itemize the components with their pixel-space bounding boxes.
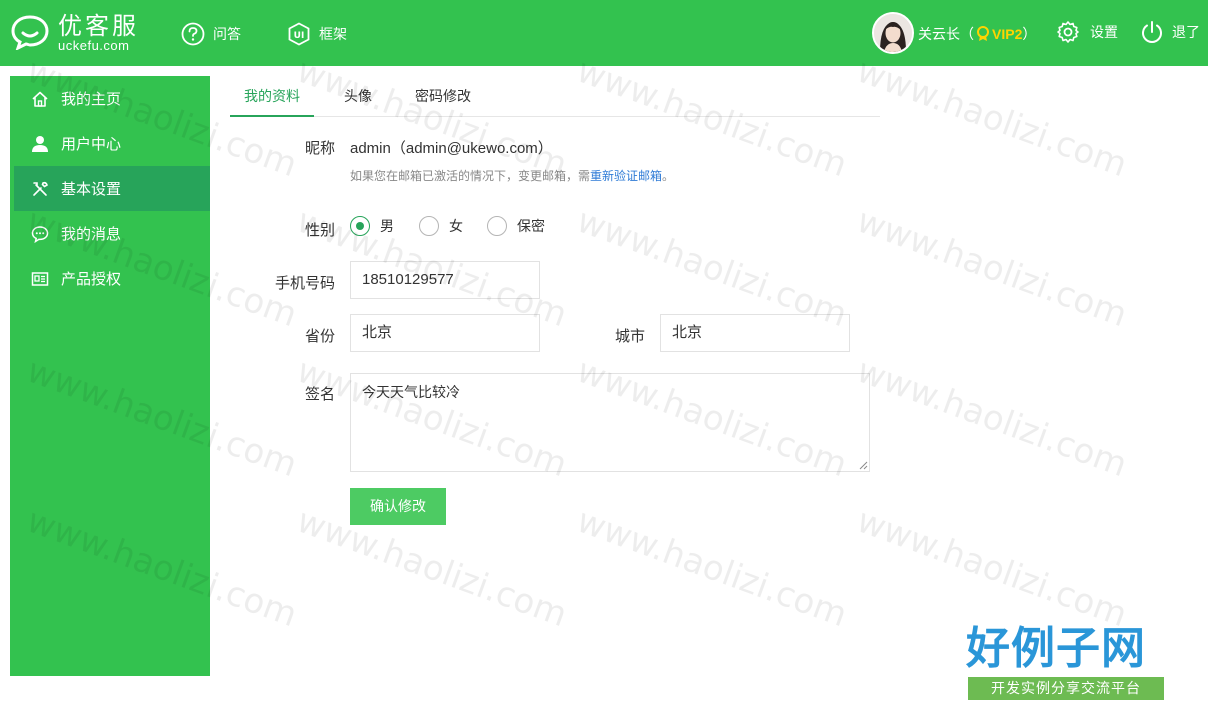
- logo[interactable]: 优客服 uckefu.com: [10, 12, 150, 56]
- sidebar-item-label: 基本设置: [61, 181, 122, 198]
- tab-avatar[interactable]: 头像: [330, 78, 386, 117]
- tools-icon: [33, 181, 48, 196]
- watermark-text: www.haolizi.com: [571, 50, 853, 186]
- logout-label: 退了: [1172, 24, 1200, 40]
- signature-textarea[interactable]: 今天天气比较冷: [350, 373, 870, 472]
- home-icon: [32, 91, 48, 107]
- gender-label: 性别: [304, 222, 335, 239]
- tab-my-profile[interactable]: 我的资料: [230, 78, 314, 117]
- nickname-value: admin（admin@ukewo.com）: [350, 140, 553, 157]
- avatar[interactable]: [872, 12, 914, 54]
- gender-radio-female[interactable]: 女: [419, 216, 463, 236]
- user-menu[interactable]: 关云长（ VIP2 ）: [918, 24, 1036, 44]
- svg-text:UI: UI: [294, 31, 305, 41]
- province-input[interactable]: 北京: [350, 314, 540, 352]
- badge-title: 好例子网: [966, 623, 1146, 674]
- signature-text: 今天天气比较冷: [362, 384, 460, 400]
- logo-name: 优客服: [58, 12, 139, 40]
- city-label: 城市: [614, 328, 645, 345]
- signature-label: 签名: [304, 386, 335, 403]
- watermark-text: www.haolizi.com: [851, 50, 1133, 186]
- watermark-text: www.haolizi.com: [851, 200, 1133, 336]
- watermark-text: www.haolizi.com: [851, 350, 1133, 486]
- radio-label: 女: [449, 218, 463, 234]
- sidebar-item-license[interactable]: 产品授权: [14, 256, 210, 301]
- gender-radio-secret[interactable]: 保密: [487, 216, 545, 236]
- radio-circle[interactable]: [350, 216, 370, 236]
- logo-domain: uckefu.com: [58, 38, 130, 53]
- email-hint: 如果您在邮箱已激活的情况下，变更邮箱，需重新验证邮箱。: [350, 167, 674, 184]
- reverify-email-link[interactable]: 重新验证邮箱: [590, 169, 662, 183]
- sidebar-item-label: 我的消息: [61, 226, 122, 243]
- confirm-button[interactable]: 确认修改: [350, 488, 446, 525]
- medal-icon: [977, 26, 989, 41]
- nav-framework[interactable]: UI 框架: [287, 20, 347, 48]
- watermark-text: www.haolizi.com: [291, 50, 573, 186]
- watermark-text: www.haolizi.com: [851, 500, 1133, 636]
- tab-password[interactable]: 密码修改: [401, 78, 485, 117]
- sidebar: 我的主页 用户中心 基本设置 我的消息 产品授权: [10, 76, 210, 676]
- sidebar-item-label: 用户中心: [61, 136, 122, 153]
- profile-tabs: 我的资料 头像 密码修改: [230, 78, 880, 117]
- nav-framework-label: 框架: [319, 26, 347, 42]
- settings-label: 设置: [1090, 24, 1118, 40]
- user-name: 关云长（: [918, 26, 974, 42]
- logout-button[interactable]: 退了: [1140, 20, 1200, 44]
- sidebar-item-messages[interactable]: 我的消息: [14, 211, 210, 256]
- user-avatar-icon: [874, 14, 912, 52]
- city-input[interactable]: 北京: [660, 314, 850, 352]
- vip-badge: VIP2: [974, 26, 1022, 42]
- sidebar-item-label: 产品授权: [61, 271, 122, 288]
- gear-icon: [1057, 21, 1079, 43]
- sidebar-item-home[interactable]: 我的主页: [14, 76, 210, 121]
- user-icon: [32, 135, 48, 152]
- hint-text: 如果您在邮箱已激活的情况下，变更邮箱，需: [350, 169, 591, 183]
- power-icon: [1142, 21, 1162, 43]
- badge-subtitle: 开发实例分享交流平台: [968, 677, 1164, 700]
- radio-label: 保密: [517, 218, 545, 234]
- license-icon: [31, 271, 49, 286]
- ui-icon: UI: [288, 22, 310, 46]
- nickname-label: 昵称: [304, 140, 335, 157]
- resize-handle-icon[interactable]: [859, 461, 868, 470]
- vip-level: VIP2: [992, 26, 1023, 42]
- hint-end: 。: [662, 169, 675, 183]
- sidebar-item-basic-settings[interactable]: 基本设置: [14, 166, 210, 211]
- province-label: 省份: [304, 328, 335, 345]
- message-icon: [31, 225, 49, 243]
- chat-bubble-logo-icon: [11, 15, 49, 50]
- sidebar-item-label: 我的主页: [61, 91, 122, 108]
- nav-qa[interactable]: 问答: [181, 20, 241, 48]
- settings-button[interactable]: 设置: [1056, 20, 1118, 44]
- radio-circle[interactable]: [419, 216, 439, 236]
- phone-label: 手机号码: [274, 275, 335, 292]
- radio-circle[interactable]: [487, 216, 507, 236]
- site-badge: 好例子网 开发实例分享交流平台: [966, 624, 1166, 704]
- phone-input[interactable]: 18510129577: [350, 261, 540, 299]
- radio-label: 男: [380, 218, 394, 234]
- help-circle-icon: [181, 22, 205, 46]
- watermark-text: www.haolizi.com: [571, 500, 853, 636]
- sidebar-item-user-center[interactable]: 用户中心: [14, 121, 210, 166]
- top-bar: 优客服 uckefu.com 问答 UI 框架 关云长（ VIP2 ） 设置 退…: [0, 0, 1208, 66]
- user-name-suffix: ）: [1022, 26, 1037, 42]
- gender-radio-male[interactable]: 男: [350, 216, 394, 236]
- nav-qa-label: 问答: [213, 26, 241, 42]
